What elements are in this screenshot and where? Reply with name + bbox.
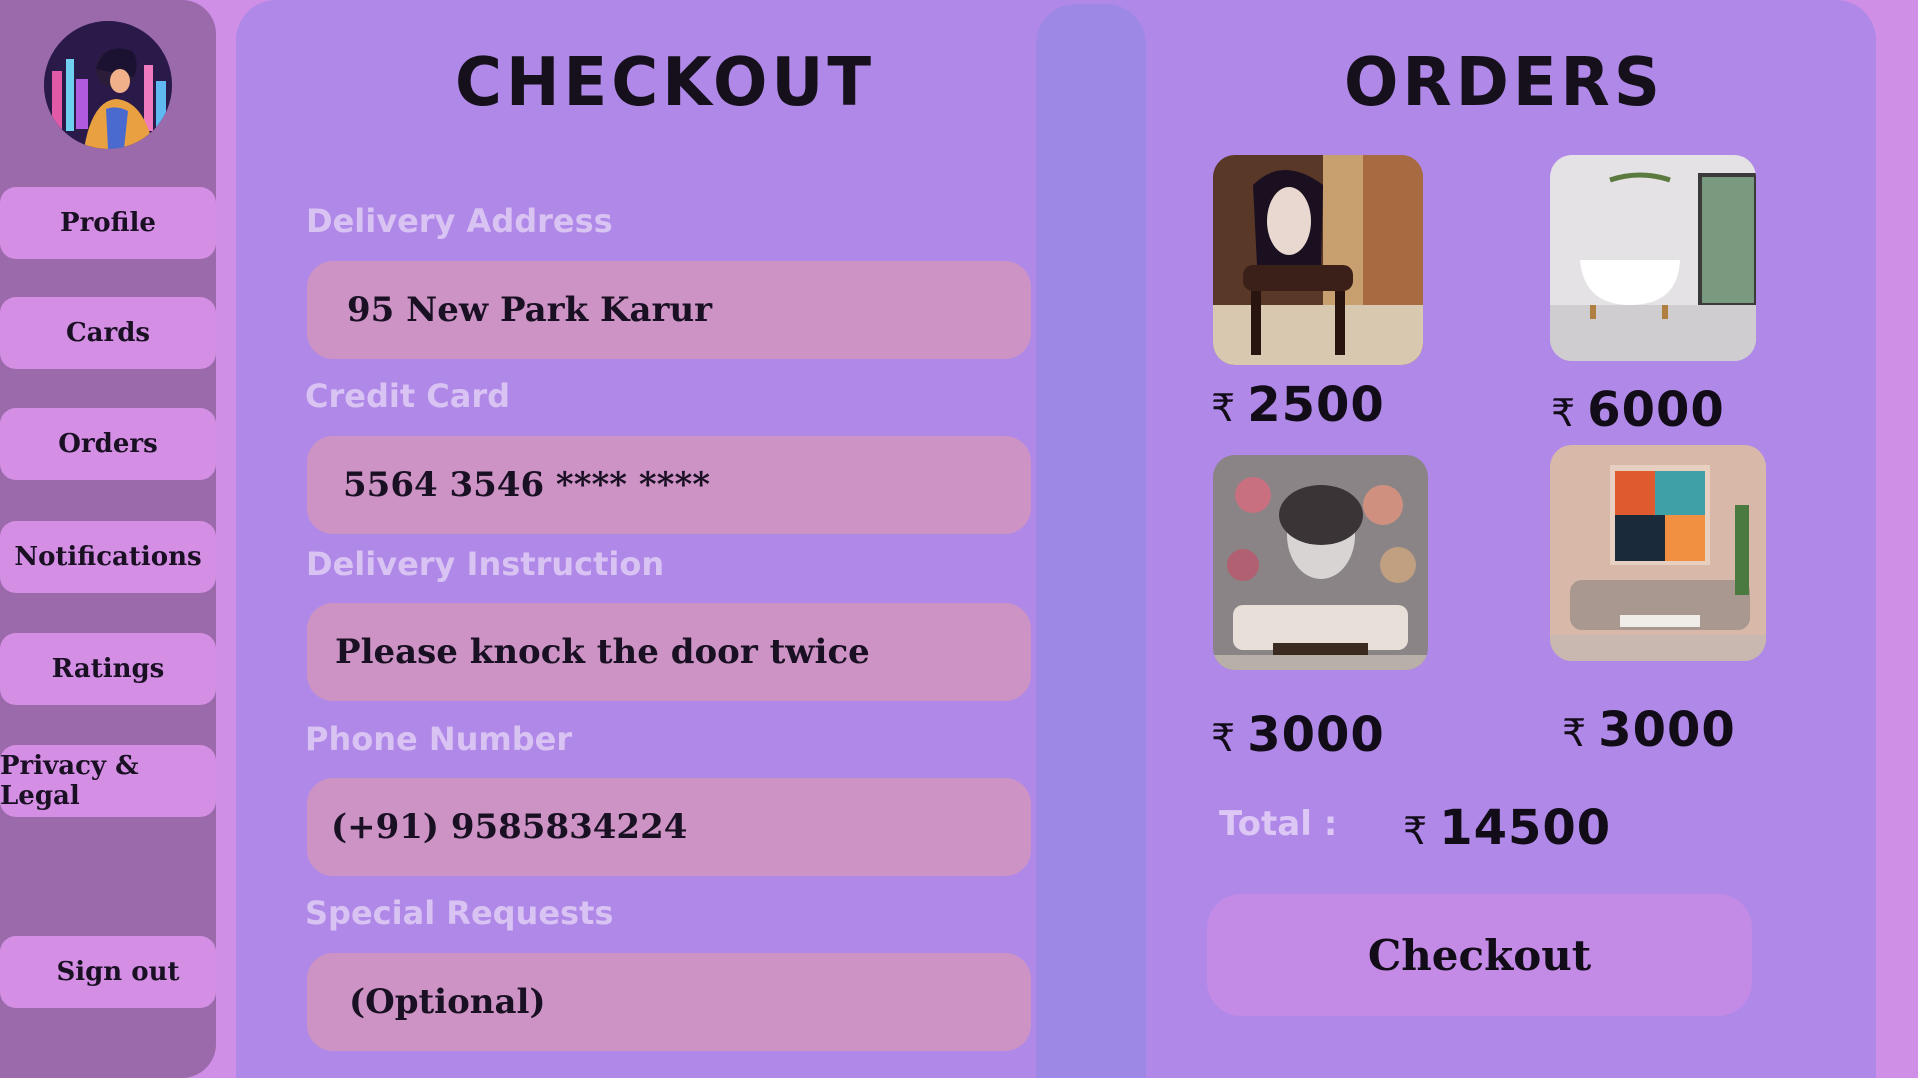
phone-number-value: (+91) 9585834224 (331, 807, 688, 847)
rupee-icon: ₹ (1211, 716, 1236, 760)
portrait-image (1213, 455, 1428, 670)
delivery-address-field[interactable]: 95 New Park Karur (307, 261, 1031, 359)
credit-card-field[interactable]: 5564 3546 **** **** (307, 436, 1031, 534)
rupee-icon: ₹ (1551, 391, 1576, 435)
sidebar-item-privacy-legal[interactable]: Privacy & Legal (0, 745, 216, 817)
order-item-price-4: ₹ 3000 (1562, 702, 1736, 758)
chair-image (1213, 155, 1423, 365)
sidebar-item-ratings[interactable]: Ratings (0, 633, 216, 705)
sidebar-item-label: Notifications (14, 542, 202, 572)
bathtub-image (1550, 155, 1756, 361)
living-room-image (1550, 445, 1766, 661)
orders-title: ORDERS (1344, 44, 1664, 122)
sidebar-item-profile[interactable]: Profile (0, 187, 216, 259)
sidebar-item-label: Orders (58, 429, 158, 459)
order-item-image-chair[interactable] (1213, 155, 1423, 365)
order-item-image-living-room[interactable] (1550, 445, 1766, 661)
credit-card-label: Credit Card (305, 377, 511, 415)
sign-out-label: Sign out (56, 957, 180, 987)
price-amount: 3000 (1247, 707, 1385, 763)
avatar-image (44, 21, 172, 149)
total-value: 14500 (1439, 800, 1612, 856)
sidebar-item-label: Profile (60, 208, 156, 238)
delivery-address-label: Delivery Address (306, 202, 613, 240)
special-requests-field[interactable]: (Optional) (307, 953, 1031, 1051)
sign-out-button[interactable]: Sign out (0, 936, 216, 1008)
price-amount: 6000 (1587, 382, 1725, 438)
sidebar: Profile Cards Orders Notifications Ratin… (0, 0, 216, 1078)
delivery-instruction-label: Delivery Instruction (306, 545, 665, 583)
delivery-address-value: 95 New Park Karur (347, 290, 713, 330)
price-amount: 2500 (1247, 377, 1385, 433)
checkout-title: CHECKOUT (455, 44, 875, 122)
checkout-button[interactable]: Checkout (1207, 894, 1752, 1016)
order-item-price-1: ₹ 2500 (1211, 377, 1385, 433)
total-amount: ₹ 14500 (1403, 800, 1611, 856)
sidebar-item-orders[interactable]: Orders (0, 408, 216, 480)
rupee-icon: ₹ (1211, 386, 1236, 430)
rupee-icon: ₹ (1562, 711, 1587, 755)
total-label: Total : (1219, 804, 1338, 844)
checkout-button-label: Checkout (1367, 930, 1592, 980)
delivery-instruction-field[interactable]: Please knock the door twice (307, 603, 1031, 701)
rupee-icon: ₹ (1403, 809, 1428, 853)
delivery-instruction-value: Please knock the door twice (335, 632, 870, 672)
phone-number-field[interactable]: (+91) 9585834224 (307, 778, 1031, 876)
sidebar-item-label: Cards (65, 318, 151, 348)
price-amount: 3000 (1598, 702, 1736, 758)
order-item-image-bathtub[interactable] (1550, 155, 1756, 361)
sidebar-item-cards[interactable]: Cards (0, 297, 216, 369)
order-item-image-portrait[interactable] (1213, 455, 1428, 670)
avatar[interactable] (44, 21, 172, 149)
credit-card-value: 5564 3546 **** **** (343, 465, 711, 505)
order-item-price-2: ₹ 6000 (1551, 382, 1725, 438)
sidebar-item-label: Privacy & Legal (0, 751, 139, 811)
special-requests-label: Special Requests (305, 894, 614, 932)
sidebar-item-notifications[interactable]: Notifications (0, 521, 216, 593)
sidebar-item-label: Ratings (51, 654, 165, 684)
phone-number-label: Phone Number (305, 720, 573, 758)
panel-divider (1036, 4, 1146, 1078)
special-requests-value: (Optional) (349, 982, 546, 1022)
order-item-price-3: ₹ 3000 (1211, 707, 1385, 763)
